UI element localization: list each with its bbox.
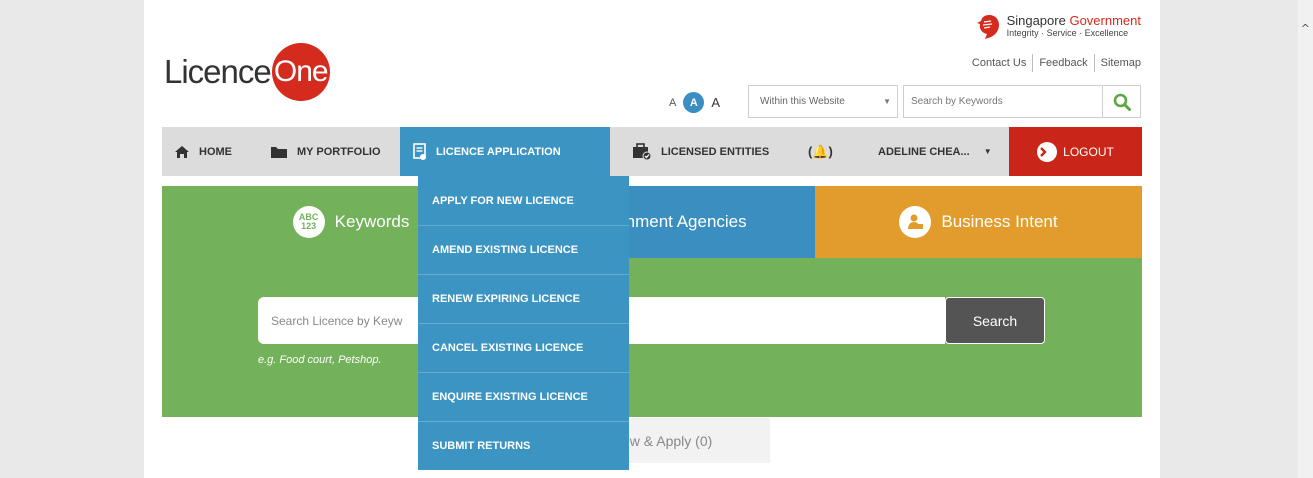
arrow-right-icon xyxy=(1037,141,1058,162)
singapore-government-logo[interactable]: Singapore Government Integrity · Service… xyxy=(975,13,1141,41)
search-icon xyxy=(1113,93,1131,111)
page-container: Licence One Singapore Government Integri… xyxy=(144,0,1160,478)
menu-item-enquire-existing-licence[interactable]: ENQUIRE EXISTING LICENCE xyxy=(418,372,629,421)
keyword-search-panel: Search Licence by Keyw Search e.g. Food … xyxy=(162,258,1142,417)
user-menu[interactable]: ADELINE CHEA... ▼ xyxy=(878,127,992,176)
nav-licensed-entities[interactable]: LICENSED ENTITIES xyxy=(632,127,769,176)
menu-item-amend-existing-licence[interactable]: AMEND EXISTING LICENCE xyxy=(418,225,629,274)
lion-head-icon xyxy=(976,15,999,39)
keyword-search-button[interactable] xyxy=(1102,85,1141,118)
document-icon xyxy=(413,142,426,160)
logout-button[interactable]: LOGOUT xyxy=(1009,127,1142,176)
tab-intent-label: Business Intent xyxy=(941,212,1058,231)
gov-tagline: Integrity · Service · Excellence xyxy=(1006,28,1129,38)
logout-label: LOGOUT xyxy=(1063,144,1114,159)
licence-application-dropdown: APPLY FOR NEW LICENCE AMEND EXISTING LIC… xyxy=(418,176,629,470)
search-button[interactable]: Search xyxy=(945,297,1045,344)
chevron-down-icon: ▼ xyxy=(883,97,891,106)
logo-text: Licence xyxy=(164,53,272,90)
main-nav: HOME MY PORTFOLIO LICENCE APPLICATION LI… xyxy=(162,127,1142,176)
utility-links: Contact Us Feedback Sitemap xyxy=(966,54,1141,72)
folder-icon xyxy=(271,146,287,158)
menu-item-cancel-existing-licence[interactable]: CANCEL EXISTING LICENCE xyxy=(418,323,629,372)
briefcase-icon xyxy=(633,142,652,160)
nav-portfolio-label: MY PORTFOLIO xyxy=(297,145,381,158)
logo-circle: One xyxy=(271,43,330,101)
vertical-scrollbar[interactable]: ^ xyxy=(1298,0,1313,478)
menu-item-renew-expiring-licence[interactable]: RENEW EXPIRING LICENCE xyxy=(418,274,629,323)
nav-my-portfolio[interactable]: MY PORTFOLIO xyxy=(270,127,381,176)
user-name: ADELINE CHEA... xyxy=(878,145,970,158)
feedback-link[interactable]: Feedback xyxy=(1032,54,1093,72)
sitemap-link[interactable]: Sitemap xyxy=(1093,54,1141,72)
contact-us-link[interactable]: Contact Us xyxy=(966,54,1032,72)
gov-text: Singapore Government Integrity · Service… xyxy=(1007,13,1141,38)
scroll-up-icon[interactable]: ^ xyxy=(1301,22,1310,35)
home-icon xyxy=(175,145,189,158)
menu-item-apply-new-licence[interactable]: APPLY FOR NEW LICENCE xyxy=(418,176,629,225)
nav-home[interactable]: HOME xyxy=(174,127,232,176)
chevron-down-icon: ▼ xyxy=(983,147,992,156)
business-person-icon xyxy=(899,206,932,238)
nav-licence-label: LICENCE APPLICATION xyxy=(436,145,561,158)
search-hint: e.g. Food court, Petshop. xyxy=(258,354,382,366)
font-size-control: A A A xyxy=(669,92,720,113)
search-scope-value: Within this Website xyxy=(760,96,845,107)
gov-title: Singapore Government xyxy=(1006,13,1141,28)
nav-licence-application[interactable]: LICENCE APPLICATION xyxy=(400,127,610,176)
nav-home-label: HOME xyxy=(199,145,232,158)
nav-entities-label: LICENSED ENTITIES xyxy=(661,145,770,158)
font-small-button[interactable]: A xyxy=(669,97,676,109)
menu-item-submit-returns[interactable]: SUBMIT RETURNS xyxy=(418,421,629,470)
tab-keywords-label: Keywords xyxy=(334,212,410,231)
search-scope-select[interactable]: Within this Website ▼ xyxy=(748,85,898,118)
tab-business-intent[interactable]: Business Intent xyxy=(815,186,1142,258)
keyword-search-input[interactable]: Search by Keywords xyxy=(903,85,1103,118)
bell-icon: (🔔) xyxy=(808,143,833,159)
licenceone-logo[interactable]: Licence One xyxy=(164,42,330,102)
tab-agencies-label: rnment Agencies xyxy=(620,212,747,231)
font-large-button[interactable]: A xyxy=(711,95,720,110)
notifications-button[interactable]: (🔔) xyxy=(808,127,833,176)
abc-123-icon: ABC 123 xyxy=(292,206,325,238)
font-medium-button[interactable]: A xyxy=(683,92,705,113)
